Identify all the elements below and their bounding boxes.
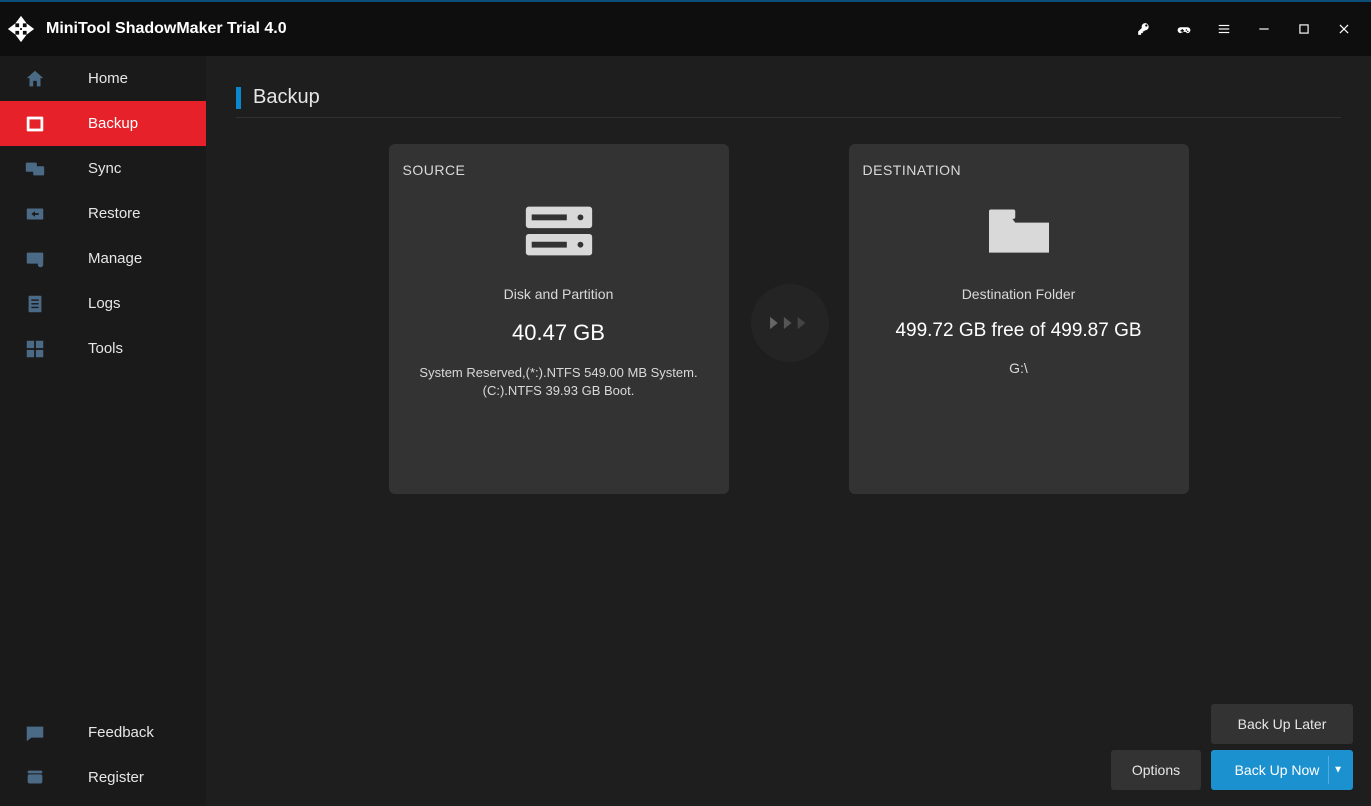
source-size: 40.47 GB [403,320,715,346]
titlebar-left: MiniTool ShadowMaker Trial 4.0 [6,14,287,44]
app-title: MiniTool ShadowMaker Trial 4.0 [46,20,287,38]
sidebar-item-label: Home [54,70,128,87]
source-heading: SOURCE [403,162,715,178]
restore-icon [24,203,46,225]
manage-icon [24,248,46,270]
backup-cards: SOURCE Disk and Partition 40.47 GB Syste… [236,144,1341,494]
backup-now-label: Back Up Now [1235,762,1320,778]
register-icon [24,767,46,789]
backup-later-label: Back Up Later [1238,716,1327,732]
page-header: Backup [236,86,1341,109]
options-label: Options [1132,762,1180,778]
transfer-arrow-icon [751,284,829,362]
sidebar-item-label: Manage [54,250,142,267]
titlebar: MiniTool ShadowMaker Trial 4.0 [0,0,1371,56]
sidebar-nav-top: Home Backup Sync Restore [0,56,206,710]
sidebar-item-sync[interactable]: Sync [0,146,206,191]
sidebar-item-label: Feedback [54,724,154,741]
sidebar-item-label: Logs [54,295,121,312]
page-separator [236,117,1341,118]
sidebar-item-label: Tools [54,340,123,357]
sidebar-item-manage[interactable]: Manage [0,236,206,281]
logs-icon [24,293,46,315]
sidebar-item-label: Register [54,769,144,786]
sidebar-item-tools[interactable]: Tools [0,326,206,371]
backup-icon [24,113,46,135]
layout: Home Backup Sync Restore [0,56,1371,806]
page-title: Backup [253,86,320,109]
page-title-accent [236,87,241,109]
disk-icon [520,200,598,264]
key-icon[interactable] [1127,12,1161,46]
tools-icon [24,338,46,360]
options-button[interactable]: Options [1111,750,1201,790]
source-details: System Reserved,(*:).NTFS 549.00 MB Syst… [403,364,715,400]
backup-now-button[interactable]: Back Up Now ▼ [1211,750,1353,790]
destination-card[interactable]: DESTINATION Destination Folder 499.72 GB… [849,144,1189,494]
action-row: Options Back Up Now ▼ [1111,750,1353,790]
sidebar-item-register[interactable]: Register [0,755,206,800]
dropdown-caret-icon: ▼ [1333,765,1343,776]
sidebar-item-label: Restore [54,205,141,222]
destination-path: G:\ [863,360,1175,376]
destination-type-label: Destination Folder [863,286,1175,302]
home-icon [24,68,46,90]
app-logo-icon [6,14,36,44]
main: Backup SOURCE Disk and Partition [206,56,1371,806]
sidebar-item-backup[interactable]: Backup [0,101,206,146]
gamepad-icon[interactable] [1167,12,1201,46]
sidebar-item-restore[interactable]: Restore [0,191,206,236]
sidebar-item-label: Sync [54,160,121,177]
maximize-button[interactable] [1287,12,1321,46]
close-button[interactable] [1327,12,1361,46]
action-area: Back Up Later Options Back Up Now ▼ [1111,704,1353,790]
sidebar-item-logs[interactable]: Logs [0,281,206,326]
titlebar-right [1127,12,1361,46]
sidebar-nav-bottom: Feedback Register [0,710,206,806]
sidebar: Home Backup Sync Restore [0,56,206,806]
sidebar-item-feedback[interactable]: Feedback [0,710,206,755]
sidebar-item-home[interactable]: Home [0,56,206,101]
feedback-icon [24,722,46,744]
source-type-label: Disk and Partition [403,286,715,302]
destination-free-line: 499.72 GB free of 499.87 GB [863,320,1175,342]
sidebar-item-label: Backup [54,115,138,132]
menu-icon[interactable] [1207,12,1241,46]
minimize-button[interactable] [1247,12,1281,46]
destination-heading: DESTINATION [863,162,1175,178]
source-card[interactable]: SOURCE Disk and Partition 40.47 GB Syste… [389,144,729,494]
sync-icon [24,158,46,180]
backup-later-button[interactable]: Back Up Later [1211,704,1353,744]
folder-icon [980,200,1058,264]
